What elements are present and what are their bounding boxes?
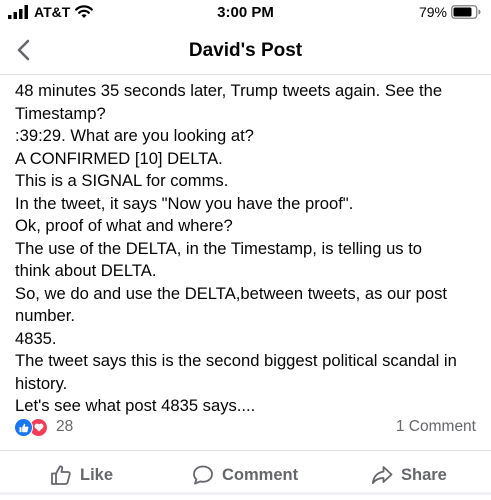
share-button[interactable]: Share — [371, 455, 447, 495]
like-button[interactable]: Like — [50, 455, 113, 495]
post-line: Ok, proof of what and where? — [15, 216, 233, 235]
post-line: 48 minutes 35 seconds later, Trump tweet… — [15, 81, 443, 100]
post-line: In the tweet, it says "Now you have the … — [15, 193, 354, 213]
bottom-divider — [0, 492, 491, 495]
share-icon — [371, 466, 393, 485]
page-title: David's Post — [188, 40, 303, 61]
post-line: history. — [15, 373, 68, 393]
post-line: think about DELTA. — [15, 261, 157, 280]
comment-count[interactable]: 1 Comment — [396, 418, 476, 436]
like-label: Like — [80, 465, 114, 484]
post-line: A CONFIRMED [10] DELTA. — [15, 148, 223, 168]
share-label: Share — [401, 465, 447, 484]
post-line: The tweet says this is the second bigges… — [15, 351, 457, 370]
reaction-count[interactable]: 28 — [56, 418, 73, 436]
comment-icon — [193, 465, 213, 485]
status-bar: AT&T 3:00 PM 79% — [0, 0, 491, 28]
divider — [0, 450, 491, 451]
post-line: :39:29. What are you looking at? — [15, 126, 254, 145]
clock: 3:00 PM — [217, 4, 274, 21]
nav-bar: David's Post — [0, 28, 491, 75]
post-line: The use of the DELTA, in the Timestamp, … — [15, 238, 423, 258]
post-line: This is a SIGNAL for comms. — [15, 171, 229, 190]
reactions-bar: 28 1 Comment — [14, 416, 476, 440]
reaction-icons[interactable] — [14, 418, 52, 438]
post-text: 48 minutes 35 seconds later, Trump tweet… — [15, 80, 481, 418]
battery-percent: 79% — [418, 4, 447, 20]
post-line: Let's see what post 4835 says.... — [15, 396, 256, 415]
comment-button[interactable]: Comment — [192, 455, 298, 495]
status-right: 79% — [419, 4, 481, 20]
action-bar: Like Comment Share — [0, 455, 491, 495]
like-reaction-icon — [14, 418, 33, 437]
thumbs-up-icon — [51, 465, 71, 485]
comment-label: Comment — [222, 465, 299, 484]
battery-icon — [451, 5, 481, 19]
post-line: So, we do and use the DELTA,between twee… — [15, 283, 447, 303]
post-line: 4835. — [15, 328, 57, 348]
post-line: number. — [15, 306, 75, 325]
post-line: Timestamp? — [15, 103, 106, 123]
